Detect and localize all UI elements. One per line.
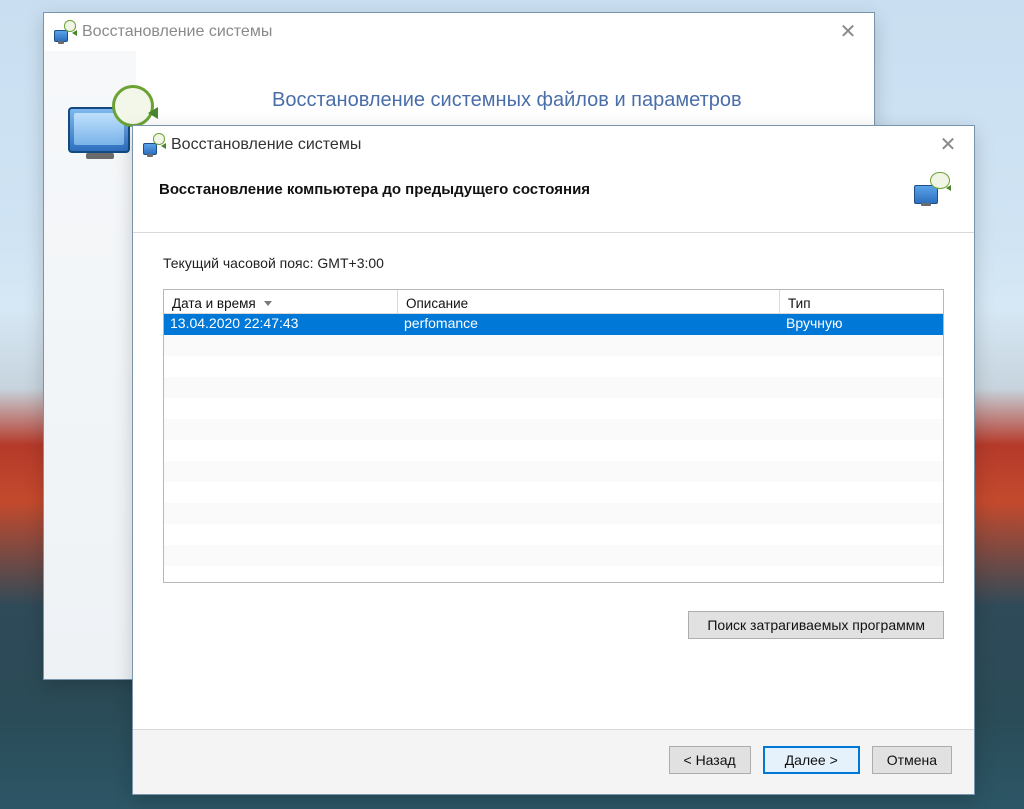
table-row[interactable]: 13.04.2020 22:47:43 perfomance Вручную: [164, 314, 943, 335]
under-table-actions: Поиск затрагиваемых программм: [163, 611, 944, 639]
table-row[interactable]: [164, 356, 943, 377]
wizard-header: Восстановление компьютера до предыдущего…: [133, 164, 974, 232]
cancel-button[interactable]: Отмена: [872, 746, 952, 774]
scan-affected-programs-button[interactable]: Поиск затрагиваемых программм: [688, 611, 944, 639]
sort-descending-icon: [264, 301, 272, 306]
column-header-datetime[interactable]: Дата и время: [164, 290, 398, 314]
table-row[interactable]: [164, 545, 943, 566]
table-row[interactable]: [164, 482, 943, 503]
parent-window-title: Восстановление системы: [82, 23, 272, 41]
parent-heading: Восстановление системных файлов и параме…: [272, 87, 752, 114]
table-row[interactable]: [164, 503, 943, 524]
column-header-label: Дата и время: [172, 296, 256, 311]
system-restore-icon: [54, 22, 74, 42]
table-row[interactable]: [164, 419, 943, 440]
column-header-type[interactable]: Тип: [780, 290, 943, 314]
column-header-label: Описание: [406, 296, 468, 311]
system-restore-icon: [914, 174, 948, 204]
restore-wizard-window: Восстановление системы ✕ Восстановление …: [132, 125, 975, 795]
table-row[interactable]: [164, 377, 943, 398]
close-icon[interactable]: ✕: [932, 135, 964, 155]
wizard-titlebar[interactable]: Восстановление системы ✕: [133, 126, 974, 164]
system-restore-icon: [143, 135, 163, 155]
next-button[interactable]: Далее >: [763, 746, 860, 774]
table-header: Дата и время Описание Тип: [164, 290, 943, 314]
wizard-content: Текущий часовой пояс: GMT+3:00 Дата и вр…: [133, 233, 974, 729]
table-row[interactable]: [164, 440, 943, 461]
cell-datetime: 13.04.2020 22:47:43: [164, 314, 398, 335]
table-row[interactable]: [164, 524, 943, 545]
wizard-heading: Восстановление компьютера до предыдущего…: [159, 181, 590, 198]
parent-titlebar[interactable]: Восстановление системы ✕: [44, 13, 874, 51]
cell-type: Вручную: [780, 314, 943, 335]
close-icon[interactable]: ✕: [832, 22, 864, 42]
table-row[interactable]: [164, 335, 943, 356]
wizard-footer: < Назад Далее > Отмена: [133, 729, 974, 794]
table-body: 13.04.2020 22:47:43 perfomance Вручную: [164, 314, 943, 582]
wizard-window-title: Восстановление системы: [171, 136, 361, 154]
column-header-label: Тип: [788, 296, 811, 311]
table-row[interactable]: [164, 461, 943, 482]
back-button[interactable]: < Назад: [669, 746, 751, 774]
timezone-label: Текущий часовой пояс: GMT+3:00: [163, 255, 944, 271]
column-header-description[interactable]: Описание: [398, 290, 780, 314]
restore-points-table[interactable]: Дата и время Описание Тип 13.04.2020 22:…: [163, 289, 944, 583]
cell-description: perfomance: [398, 314, 780, 335]
table-row[interactable]: [164, 398, 943, 419]
